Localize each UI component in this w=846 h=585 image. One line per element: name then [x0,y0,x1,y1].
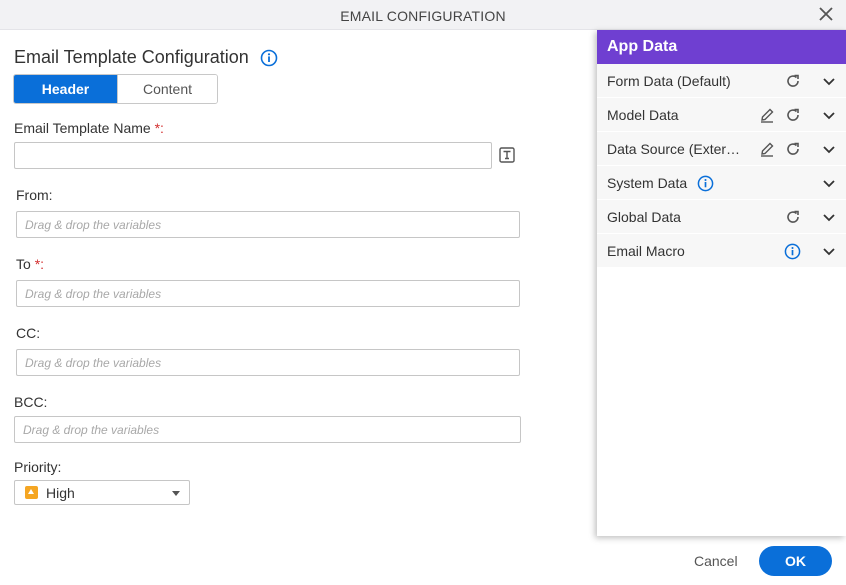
to-label: To *: [16,256,44,272]
chevron-down-icon [172,491,180,496]
app-data-panel: App Data Form Data (Default) Model Data … [597,30,846,536]
bcc-input[interactable]: Drag & drop the variables [14,416,521,443]
chevron-down-icon[interactable] [821,141,837,157]
priority-label: Priority: [14,459,62,475]
edit-icon[interactable] [759,107,775,123]
template-name-label: Email Template Name *: [14,120,164,136]
app-data-item-form-data[interactable]: Form Data (Default) [597,64,846,98]
section-title: Email Template Configuration [14,47,249,67]
tab-content[interactable]: Content [117,75,217,103]
app-data-item-label: Data Source (Exter… [607,141,741,157]
template-name-input[interactable] [14,142,492,169]
app-data-item-label: Email Macro [607,243,685,259]
cancel-button[interactable]: Cancel [694,553,738,569]
cc-label: CC: [16,325,41,341]
chevron-down-icon[interactable] [821,209,837,225]
app-data-item-data-source[interactable]: Data Source (Exter… [597,132,846,166]
info-icon[interactable] [784,243,801,260]
app-data-title: App Data [597,30,846,64]
to-input[interactable]: Drag & drop the variables [16,280,520,307]
app-data-item-model-data[interactable]: Model Data [597,98,846,132]
app-data-item-system-data[interactable]: System Data [597,166,846,200]
to-label-text: To [16,256,31,272]
cc-input[interactable]: Drag & drop the variables [16,349,520,376]
text-template-icon[interactable] [499,147,515,163]
info-icon[interactable] [697,175,714,192]
app-data-item-label: System Data [607,175,688,191]
priority-high-icon [25,486,38,499]
refresh-icon[interactable] [785,141,801,157]
dialog-title: EMAIL CONFIGURATION [340,8,506,24]
refresh-icon[interactable] [785,107,801,123]
app-data-item-email-macro[interactable]: Email Macro [597,234,846,268]
chevron-down-icon[interactable] [821,243,837,259]
required-marker: *: [34,256,45,272]
edit-icon[interactable] [759,141,775,157]
chevron-down-icon[interactable] [821,107,837,123]
chevron-down-icon[interactable] [821,73,837,89]
from-input[interactable]: Drag & drop the variables [16,211,520,238]
from-label: From: [16,187,53,203]
dialog-titlebar: EMAIL CONFIGURATION [0,0,846,30]
required-marker: *: [154,120,164,136]
info-icon[interactable] [260,49,278,67]
tab-bar: Header Content [13,74,218,104]
app-data-item-label: Global Data [607,209,681,225]
chevron-down-icon[interactable] [821,175,837,191]
tab-header[interactable]: Header [14,75,117,103]
refresh-icon[interactable] [785,209,801,225]
priority-value: High [46,484,75,501]
template-name-label-text: Email Template Name [14,120,151,136]
app-data-item-label: Model Data [607,107,679,123]
ok-button[interactable]: OK [759,546,832,576]
close-icon[interactable] [818,6,834,22]
email-header-form: Email Template Configuration Header Cont… [0,30,596,585]
bcc-label: BCC: [14,394,48,410]
refresh-icon[interactable] [785,73,801,89]
priority-select[interactable]: High [14,480,190,505]
app-data-item-global-data[interactable]: Global Data [597,200,846,234]
app-data-item-label: Form Data (Default) [607,73,731,89]
